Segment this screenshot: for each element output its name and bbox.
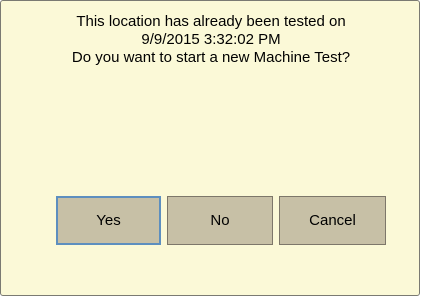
- no-button[interactable]: No: [167, 196, 273, 245]
- dialog-message: This location has already been tested on…: [1, 13, 421, 67]
- message-line-tested: This location has already been tested on: [76, 13, 346, 30]
- message-line-question: Do you want to start a new Machine Test?: [71, 49, 351, 66]
- message-line-timestamp: 9/9/2015 3:32:02 PM: [141, 31, 281, 48]
- yes-button[interactable]: Yes: [56, 196, 161, 245]
- cancel-button[interactable]: Cancel: [279, 196, 386, 245]
- confirm-dialog: This location has already been tested on…: [0, 0, 420, 296]
